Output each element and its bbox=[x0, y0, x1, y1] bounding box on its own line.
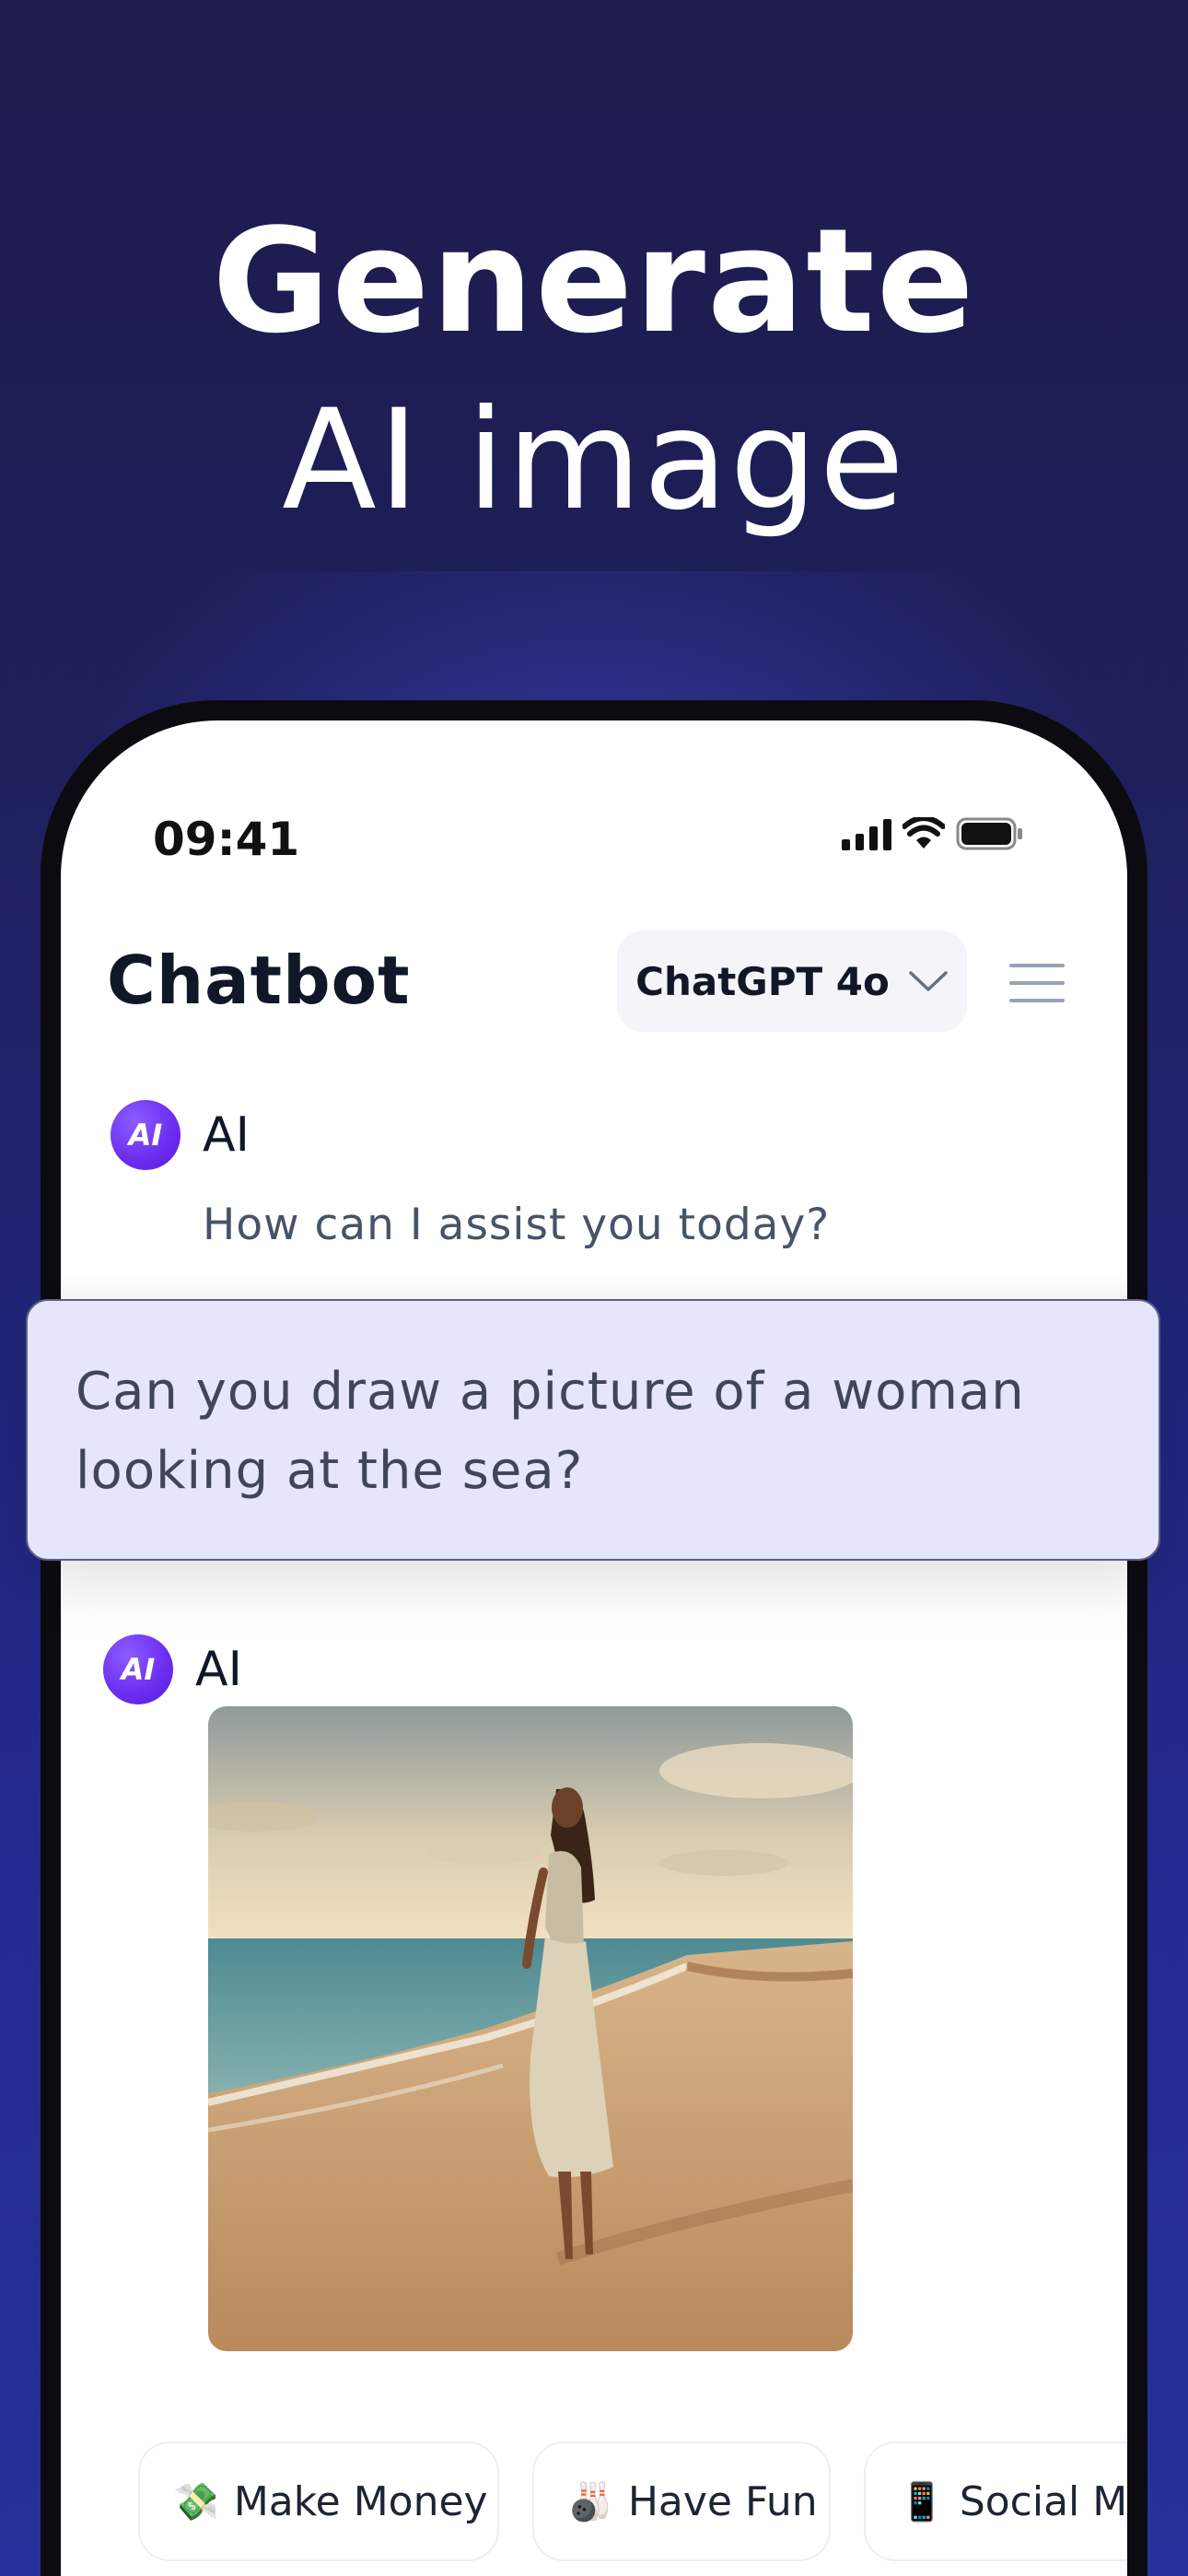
signal-icon bbox=[842, 819, 891, 850]
suggestion-label: Make Money bbox=[233, 2477, 488, 2525]
ai-sender-name: AI bbox=[195, 1642, 242, 1697]
money-icon: 💸 bbox=[173, 2480, 219, 2523]
suggestion-chip[interactable]: 📱 Social Med bbox=[864, 2441, 1127, 2561]
phone-screen: 09:41 Chatbot ChatGPT 4o AI AI How can I… bbox=[61, 720, 1127, 2576]
wifi-icon bbox=[903, 817, 945, 849]
suggestion-label: Social Med bbox=[959, 2477, 1127, 2525]
phone-icon: 📱 bbox=[899, 2480, 945, 2523]
ai-sender-name: AI bbox=[203, 1107, 250, 1163]
suggestion-label: Have Fun bbox=[627, 2477, 818, 2525]
model-selector[interactable]: ChatGPT 4o bbox=[617, 931, 967, 1032]
ai-message-header: AI AI bbox=[111, 1100, 250, 1170]
user-message-bubble: Can you draw a picture of a woman lookin… bbox=[26, 1299, 1160, 1561]
suggestion-chip[interactable]: 💸 Make Money bbox=[138, 2441, 499, 2561]
model-selector-label: ChatGPT 4o bbox=[635, 958, 890, 1004]
woman-at-sea-image[interactable] bbox=[208, 1706, 853, 2351]
page-title: Chatbot bbox=[107, 942, 411, 1019]
ai-message-header: AI AI bbox=[103, 1634, 242, 1704]
ai-avatar: AI bbox=[103, 1634, 173, 1704]
hero-title-line2: AI image bbox=[282, 381, 906, 541]
menu-icon[interactable] bbox=[1009, 962, 1065, 1004]
hero-headline: Generate AI image bbox=[0, 193, 1188, 553]
ai-message-text: How can I assist you today? bbox=[203, 1200, 831, 1250]
battery-icon bbox=[956, 817, 1022, 850]
status-time: 09:41 bbox=[153, 813, 300, 866]
chevron-down-icon bbox=[909, 971, 948, 991]
status-icons bbox=[842, 817, 1024, 850]
ai-avatar: AI bbox=[111, 1100, 181, 1170]
bowling-icon: 🎳 bbox=[567, 2480, 613, 2523]
phone-frame: 09:41 Chatbot ChatGPT 4o AI AI How can I… bbox=[41, 700, 1147, 2576]
suggestion-chip[interactable]: 🎳 Have Fun bbox=[532, 2441, 831, 2561]
hero-title-line1: Generate bbox=[212, 197, 976, 365]
